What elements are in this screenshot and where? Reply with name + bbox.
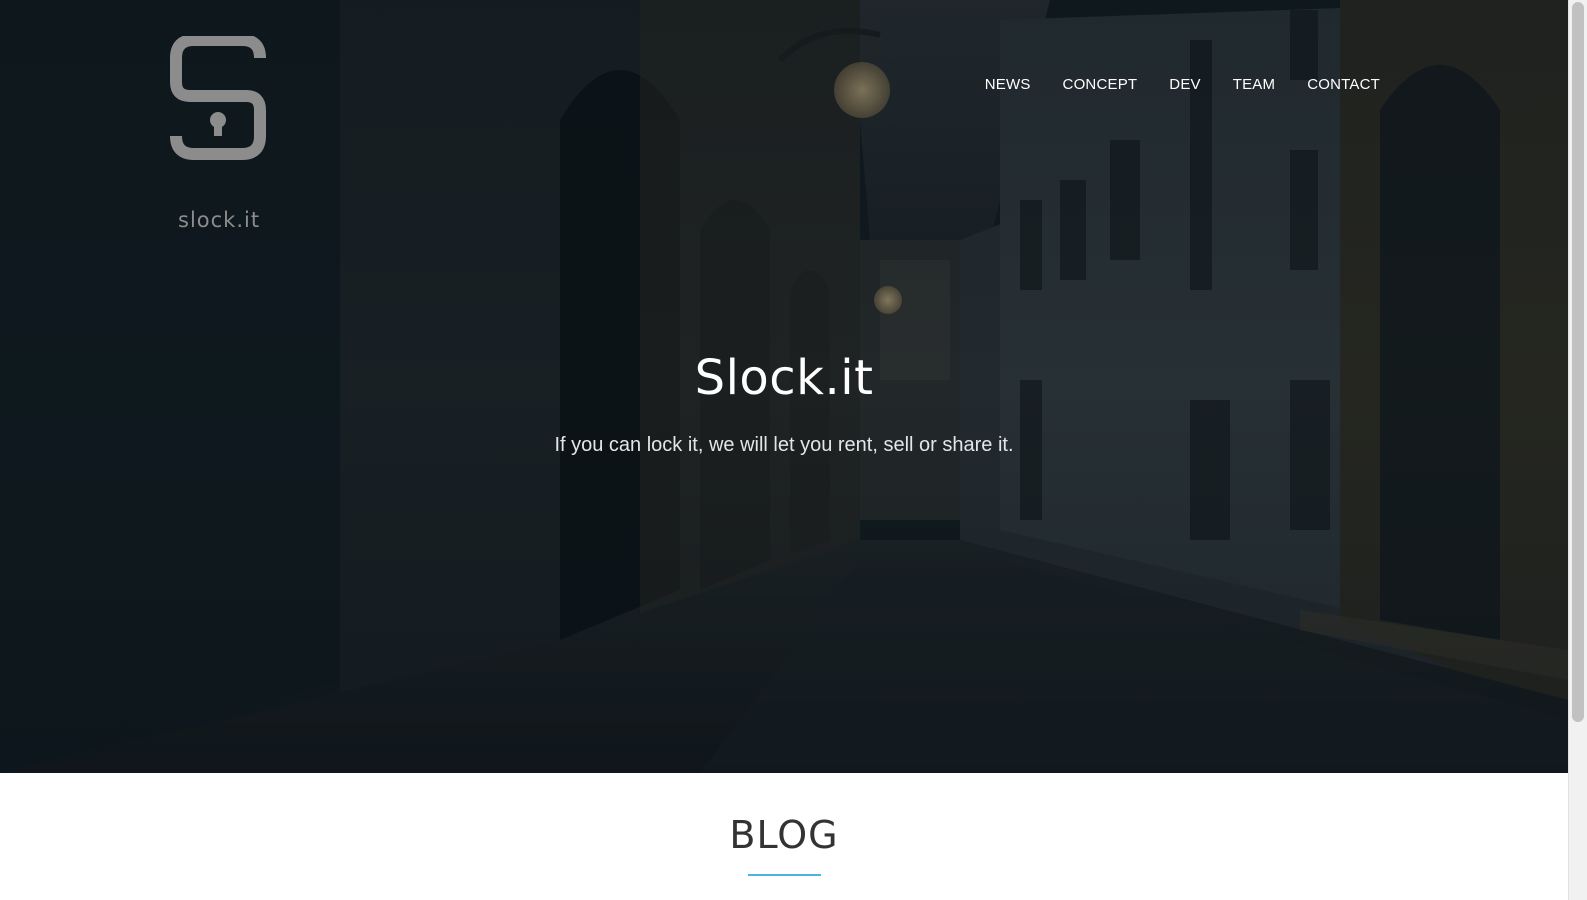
nav-item-concept[interactable]: CONCEPT <box>1047 74 1154 95</box>
blog-section: BLOG <box>0 773 1568 900</box>
logo-text: slock.it <box>178 208 261 232</box>
hero-subtitle: If you can lock it, we will let you rent… <box>554 434 1014 456</box>
blog-heading: BLOG <box>729 813 839 857</box>
main-nav: NEWS CONCEPT DEV TEAM CONTACT <box>969 74 1380 95</box>
site-logo[interactable]: slock.it <box>168 36 272 232</box>
nav-item-contact[interactable]: CONTACT <box>1291 74 1380 95</box>
page: slock.it NEWS CONCEPT DEV TEAM CONTACT S… <box>0 0 1568 900</box>
blog-heading-underline <box>748 874 821 876</box>
lock-s-icon <box>170 36 266 160</box>
scrollbar-thumb[interactable] <box>1572 2 1584 722</box>
vertical-scrollbar[interactable] <box>1568 0 1587 900</box>
nav-item-dev[interactable]: DEV <box>1153 74 1216 95</box>
nav-item-team[interactable]: TEAM <box>1217 74 1291 95</box>
nav-item-news[interactable]: NEWS <box>969 74 1047 95</box>
hero-title: Slock.it <box>694 350 874 406</box>
hero-section: slock.it NEWS CONCEPT DEV TEAM CONTACT S… <box>0 0 1568 773</box>
